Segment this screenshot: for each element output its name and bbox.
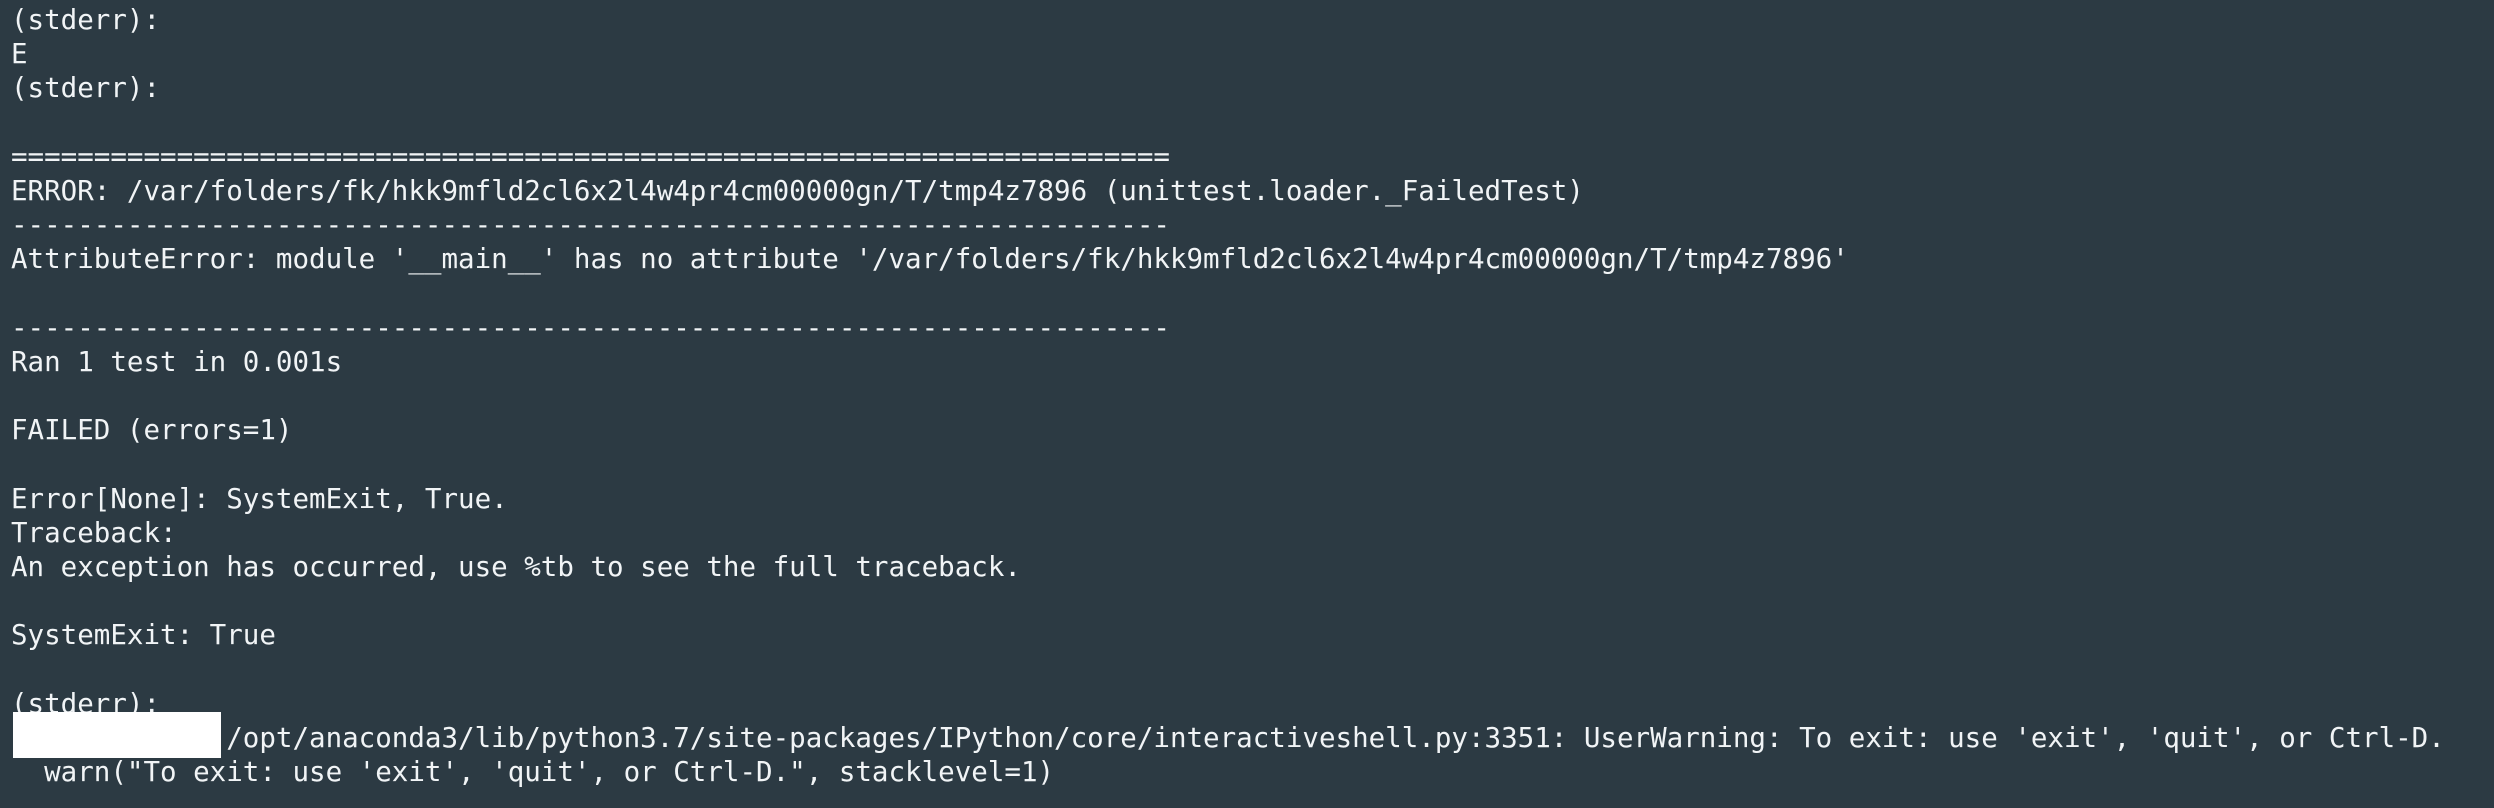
separator-line: ========================================… xyxy=(11,140,1170,173)
terminal-line: (stderr): xyxy=(11,687,161,720)
test-summary-line: Ran 1 test in 0.001s xyxy=(11,345,343,378)
terminal-line: Error[None]: SystemExit, True. xyxy=(11,482,508,515)
warn-call-line: warn("To exit: use 'exit', 'quit', or Ct… xyxy=(11,756,1055,789)
user-warning-line: /opt/anaconda3/lib/python3.7/site-packag… xyxy=(11,721,2445,754)
terminal-line: Traceback: xyxy=(11,516,177,549)
failed-status-line: FAILED (errors=1) xyxy=(11,414,293,447)
attribute-error-line: AttributeError: module '__main__' has no… xyxy=(11,243,1849,276)
terminal-line: (stderr): xyxy=(11,72,161,105)
terminal-output[interactable]: (stderr): E (stderr): ==================… xyxy=(0,0,2494,808)
redaction-box xyxy=(13,712,221,758)
error-header-line: ERROR: /var/folders/fk/hkk9mfld2cl6x2l4w… xyxy=(11,174,1584,207)
terminal-line: (stderr): xyxy=(11,4,161,36)
separator-line: ----------------------------------------… xyxy=(11,209,1170,242)
terminal-line: An exception has occurred, use %tb to se… xyxy=(11,551,1021,583)
terminal-line: E xyxy=(11,38,28,71)
separator-line: ----------------------------------------… xyxy=(11,311,1170,344)
terminal-line: SystemExit: True xyxy=(11,619,276,652)
